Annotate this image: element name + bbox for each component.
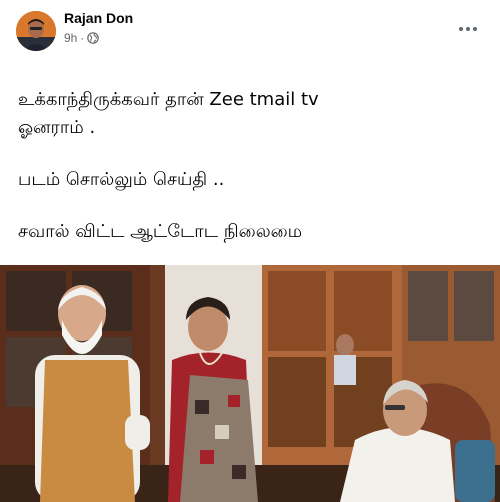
photo-image xyxy=(0,265,500,502)
post-header: Rajan Don 9h · xyxy=(0,0,500,58)
post-time[interactable]: 9h xyxy=(64,31,77,45)
globe-icon xyxy=(87,32,100,44)
post-text: உக்காந்திருக்கவர் தான் Zee tmail tv ஓனரா… xyxy=(18,86,488,270)
post-photo[interactable] xyxy=(0,265,500,502)
post-line-2: படம் சொல்லும் செய்தி .. xyxy=(18,169,225,190)
avatar-image xyxy=(16,11,56,51)
author-avatar[interactable] xyxy=(16,11,56,51)
facebook-post: Rajan Don 9h · உக்காந்திருக்கவர் தான் Ze… xyxy=(0,0,500,502)
meta-separator: · xyxy=(80,31,85,45)
post-line-1: உக்காந்திருக்கவர் தான் Zee tmail tv ஓனரா… xyxy=(18,89,319,138)
post-meta: 9h · xyxy=(64,31,100,45)
author-name[interactable]: Rajan Don xyxy=(64,10,133,26)
more-options-icon[interactable] xyxy=(454,17,482,41)
post-line-3: சவால் விட்ட ஆட்டோட நிலைமை xyxy=(18,221,303,242)
